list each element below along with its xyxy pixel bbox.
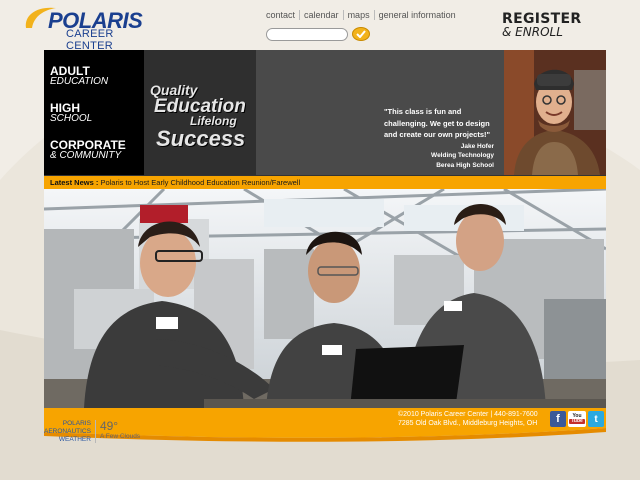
youtube-icon[interactable]: You Tube	[568, 411, 586, 427]
testimonial-program: Welding Technology	[431, 152, 494, 160]
nav-maps[interactable]: maps	[342, 10, 374, 20]
latest-news-link[interactable]: Polaris to Host Early Childhood Educatio…	[100, 178, 300, 187]
tagline: Quality Education Lifelong Success	[150, 83, 254, 152]
weather-condition: A Few Clouds	[99, 433, 141, 440]
weather-source-line3: WEATHER	[58, 435, 91, 443]
student-portrait-image	[504, 50, 606, 175]
tagline-panel: Quality Education Lifelong Success	[144, 50, 256, 175]
nav-contact[interactable]: contact	[264, 10, 299, 20]
testimonial-panel: "This class is fun and challenging. We g…	[256, 50, 504, 175]
weather-readout: 49° A Few Clouds	[96, 420, 140, 440]
polaris-logo[interactable]: POLARIS CAREER CENTER	[22, 4, 152, 52]
student-portrait	[504, 50, 606, 175]
weather-source-link[interactable]: POLARIS AERONAUTICS WEATHER	[44, 420, 96, 444]
tagline-success: Success	[156, 126, 246, 152]
logo-subtitle: CAREER CENTER	[66, 28, 114, 52]
testimonial-school: Berea High School	[436, 161, 494, 169]
search-input[interactable]	[266, 27, 348, 41]
audience-menu: ADULT EDUCATION HIGH SCHOOL CORPORATE & …	[44, 50, 144, 175]
menu-label-italic: & COMMUNITY	[50, 150, 122, 161]
testimonial-name: Jake Hofer	[460, 143, 494, 150]
checkmark-icon	[356, 30, 366, 38]
footer-address: 7285 Old Oak Blvd., Middleburg Heights, …	[398, 420, 538, 428]
weather-temperature: 49°	[99, 419, 119, 433]
hero-photo	[44, 189, 606, 408]
latest-news-label: Latest News :	[50, 178, 99, 187]
menu-item-adult-education[interactable]: ADULT EDUCATION	[50, 65, 108, 87]
menu-label-italic: SCHOOL	[50, 113, 93, 124]
enroll-label: & ENROLL	[502, 25, 563, 39]
menu-label-italic: EDUCATION	[50, 76, 109, 87]
testimonial-quote: "This class is fun and challenging. We g…	[384, 107, 491, 140]
weather-source-line2: AERONAUTICS	[44, 427, 91, 435]
nav-calendar[interactable]: calendar	[299, 10, 343, 20]
footer-contact: ©2010 Polaris Career Center | 440-891-76…	[398, 410, 538, 428]
weather-widget: POLARIS AERONAUTICS WEATHER 49° A Few Cl…	[44, 420, 140, 444]
search-go-button[interactable]	[352, 27, 370, 41]
weather-source-line1: POLARIS	[62, 420, 91, 427]
search-bar	[266, 27, 370, 41]
nav-general-information[interactable]: general information	[373, 10, 460, 20]
top-nav: contact calendar maps general informatio…	[264, 10, 460, 20]
footer-copyright: ©2010 Polaris Career Center | 440-891-76…	[398, 411, 538, 418]
register-enroll-link[interactable]: REGISTER & ENROLL	[502, 12, 581, 38]
menu-item-corporate-community[interactable]: CORPORATE & COMMUNITY	[50, 139, 126, 161]
twitter-icon[interactable]: t	[588, 411, 604, 427]
menu-item-high-school[interactable]: HIGH SCHOOL	[50, 102, 92, 124]
youtube-tube: Tube	[569, 418, 585, 424]
hero-photo-image	[44, 189, 606, 408]
register-label: REGISTER	[502, 11, 582, 27]
testimonial-attribution: Jake Hofer Welding Technology Berea High…	[431, 142, 494, 170]
latest-news-bar: Latest News : Polaris to Host Early Chil…	[44, 175, 606, 189]
facebook-icon[interactable]: f	[550, 411, 566, 427]
